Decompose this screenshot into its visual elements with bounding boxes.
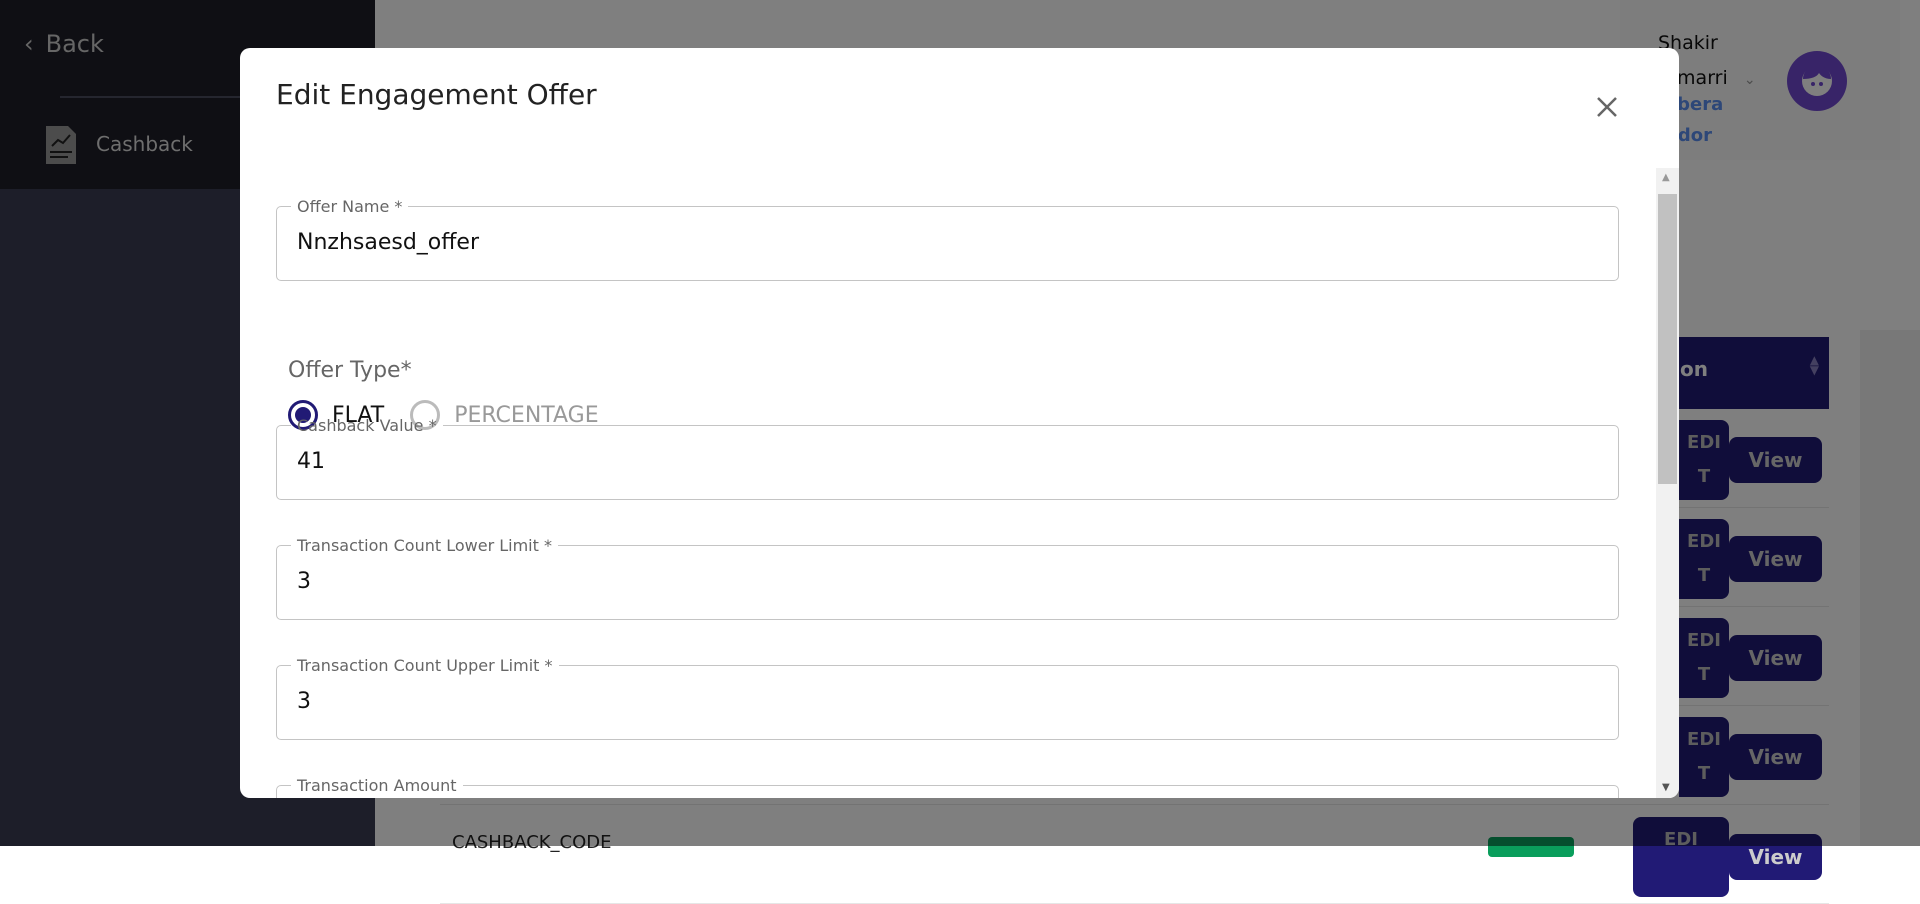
offer-name-field[interactable]: Offer Name * Nnzhsaesd_offer xyxy=(276,197,1619,281)
txn-amount-label: Transaction Amount xyxy=(297,776,457,795)
cashback-value-input[interactable]: 41 xyxy=(297,449,1598,474)
txn-amount-field[interactable]: Transaction Amount xyxy=(276,776,1619,798)
txn-upper-label: Transaction Count Upper Limit * xyxy=(297,656,553,675)
modal-scrollbar[interactable]: ▲ ▼ xyxy=(1656,168,1679,798)
txn-lower-input[interactable]: 3 xyxy=(297,569,1598,594)
cashback-value-label: Cashback Value * xyxy=(297,416,437,435)
scroll-up-icon[interactable]: ▲ xyxy=(1662,172,1670,183)
txn-upper-field[interactable]: Transaction Count Upper Limit * 3 xyxy=(276,656,1619,740)
txn-lower-label: Transaction Count Lower Limit * xyxy=(297,536,552,555)
modal-title: Edit Engagement Offer xyxy=(276,78,597,111)
cashback-value-field[interactable]: Cashback Value * 41 xyxy=(276,416,1619,500)
offer-name-label: Offer Name * xyxy=(297,197,403,216)
modal-form: Offer Name * Nnzhsaesd_offer Offer Type* … xyxy=(240,168,1679,798)
edit-offer-modal: Edit Engagement Offer Offer Name * Nnzhsa… xyxy=(240,48,1679,798)
offer-name-input[interactable]: Nnzhsaesd_offer xyxy=(297,230,1598,255)
txn-lower-field[interactable]: Transaction Count Lower Limit * 3 xyxy=(276,536,1619,620)
close-icon[interactable] xyxy=(1592,92,1622,122)
txn-upper-input[interactable]: 3 xyxy=(297,689,1598,714)
scroll-down-icon[interactable]: ▼ xyxy=(1662,782,1670,793)
offer-type-label: Offer Type* xyxy=(288,358,412,383)
scrollbar-thumb[interactable] xyxy=(1658,194,1677,484)
